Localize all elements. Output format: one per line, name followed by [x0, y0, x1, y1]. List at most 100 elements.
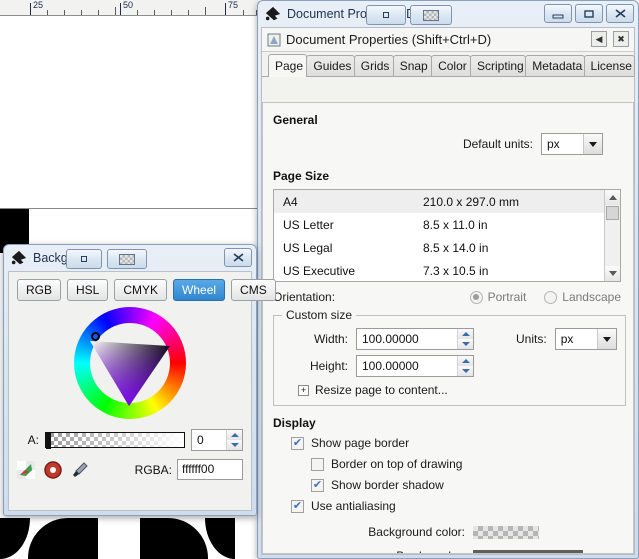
- no-color-icon[interactable]: [44, 460, 62, 479]
- dialog-subbar-buttons[interactable]: ◀ ✖: [591, 31, 629, 47]
- checker-small-button[interactable]: [410, 5, 452, 25]
- document-properties-titlebar[interactable]: Document Propert rl+D): [258, 1, 638, 27]
- mode-cmyk-button[interactable]: CMYK: [114, 279, 168, 301]
- restore-small-button[interactable]: [366, 5, 406, 25]
- border-color-swatch[interactable]: [473, 549, 583, 553]
- collapse-icon[interactable]: ◀: [591, 31, 607, 47]
- color-mode-buttons[interactable]: RGB HSL CMYK Wheel CMS: [17, 279, 276, 301]
- checker-small-button[interactable]: [107, 249, 147, 269]
- minimize-button[interactable]: [544, 4, 572, 23]
- use-antialiasing-checkbox[interactable]: [291, 499, 304, 513]
- tab-guides[interactable]: Guides: [306, 55, 355, 76]
- tab-license[interactable]: License: [583, 55, 635, 76]
- units-value: px: [560, 332, 574, 346]
- mode-hsl-button[interactable]: HSL: [67, 279, 109, 301]
- show-page-border-checkbox[interactable]: [291, 436, 304, 450]
- maximize-button[interactable]: [575, 4, 603, 23]
- hue-marker[interactable]: [91, 332, 100, 341]
- background-color-swatch[interactable]: [473, 525, 539, 539]
- color-wheel[interactable]: [65, 307, 195, 425]
- tab-grids[interactable]: Grids: [353, 55, 394, 76]
- ruler-label-50: 50: [123, 0, 134, 10]
- use-antialiasing-label: Use antialiasing: [311, 499, 396, 513]
- mode-wheel-button[interactable]: Wheel: [173, 279, 226, 301]
- rgba-input[interactable]: ffffff00: [177, 459, 243, 480]
- tab-strip[interactable]: Page Guides Grids Snap Color Scripting M…: [262, 52, 635, 77]
- tab-page[interactable]: Page: [268, 54, 308, 77]
- close-button[interactable]: [606, 4, 634, 23]
- background-color-window[interactable]: Backg RGB HSL CMYK Wheel CMS A: 0 RGBA: …: [3, 244, 276, 516]
- horizontal-ruler[interactable]: 25 50 75: [0, 0, 259, 16]
- landscape-radio[interactable]: [544, 290, 558, 304]
- color-window-controls[interactable]: [224, 248, 252, 267]
- tab-metadata[interactable]: Metadata: [525, 55, 585, 76]
- saturation-value-triangle[interactable]: [87, 320, 173, 406]
- width-label: Width:: [313, 332, 348, 346]
- color-tool-icons[interactable]: [17, 460, 89, 479]
- show-page-border-label: Show page border: [311, 436, 410, 450]
- page-size-dims: 8.5 x 14.0 in: [423, 240, 489, 255]
- height-increment-icon[interactable]: [458, 356, 473, 366]
- color-window-titlebar[interactable]: Backg: [4, 245, 256, 271]
- show-border-shadow-checkbox[interactable]: [311, 478, 324, 492]
- scroll-up-icon[interactable]: [605, 190, 620, 205]
- dialog-close-icon[interactable]: ✖: [613, 31, 629, 47]
- orientation-label: Orientation:: [273, 290, 336, 304]
- canvas-area[interactable]: 25 50 75: [0, 0, 259, 253]
- list-item[interactable]: US Executive 7.3 x 10.5 in: [274, 259, 620, 281]
- default-units-combo[interactable]: px: [541, 133, 603, 155]
- portrait-radio[interactable]: [469, 290, 483, 304]
- scroll-down-icon[interactable]: [605, 266, 620, 281]
- height-stepper[interactable]: 100.00000: [356, 355, 474, 377]
- alpha-value[interactable]: 0: [192, 430, 226, 450]
- expand-icon[interactable]: +: [298, 384, 309, 396]
- tab-snap[interactable]: Snap: [392, 55, 433, 76]
- ruler-label-75: 75: [228, 0, 239, 10]
- list-item[interactable]: A4 210.0 x 297.0 mm: [274, 190, 620, 213]
- tab-color[interactable]: Color: [431, 55, 472, 76]
- default-units-label: Default units:: [462, 137, 533, 151]
- alpha-slider-handle[interactable]: [46, 432, 51, 449]
- height-value[interactable]: 100.00000: [357, 356, 457, 376]
- mode-cms-button[interactable]: CMS: [231, 279, 276, 301]
- palette-icon[interactable]: [17, 460, 35, 479]
- list-item[interactable]: US Letter 8.5 x 11.0 in: [274, 213, 620, 236]
- artwork-shape-b: [140, 518, 208, 559]
- page-size-name: US Executive: [283, 263, 356, 278]
- width-decrement-icon[interactable]: [458, 339, 473, 349]
- inkscape-logo-icon: [11, 250, 27, 265]
- portrait-label: Portrait: [487, 290, 527, 304]
- border-on-top-checkbox[interactable]: [311, 457, 324, 471]
- alpha-stepper[interactable]: 0: [191, 429, 243, 451]
- alpha-slider[interactable]: [45, 432, 185, 449]
- restore-small-button[interactable]: [66, 249, 102, 269]
- mode-rgb-button[interactable]: RGB: [17, 279, 62, 301]
- scrollbar-thumb[interactable]: [606, 206, 619, 220]
- page-size-list[interactable]: A4 210.0 x 297.0 mm US Letter 8.5 x 11.0…: [273, 189, 621, 282]
- chevron-down-icon[interactable]: [596, 329, 616, 349]
- height-decrement-icon[interactable]: [458, 366, 473, 376]
- width-stepper[interactable]: 100.00000: [356, 328, 474, 350]
- width-increment-icon[interactable]: [458, 329, 473, 339]
- chevron-down-icon[interactable]: [583, 134, 602, 154]
- width-value[interactable]: 100.00000: [357, 329, 457, 349]
- custom-size-legend: Custom size: [286, 308, 353, 322]
- drawing-page[interactable]: [0, 16, 259, 209]
- landscape-label: Landscape: [562, 290, 621, 304]
- tab-scripting[interactable]: Scripting: [470, 55, 527, 76]
- default-units-value: px: [547, 137, 560, 151]
- alpha-decrement-icon[interactable]: [227, 440, 242, 450]
- close-button[interactable]: [224, 248, 252, 267]
- alpha-increment-icon[interactable]: [227, 430, 242, 440]
- eyedropper-icon[interactable]: [71, 461, 89, 479]
- artwork-shape-a: [28, 518, 98, 559]
- units-combo[interactable]: px: [554, 328, 617, 350]
- list-item[interactable]: US Legal 8.5 x 14.0 in: [274, 236, 620, 259]
- dialog-subbar: Document Properties (Shift+Ctrl+D) ◀ ✖: [262, 28, 634, 52]
- window-controls[interactable]: [544, 4, 634, 23]
- artwork-shape-right: [205, 518, 235, 559]
- document-properties-window[interactable]: Document Propert rl+D) Document Properti…: [257, 0, 639, 559]
- page-size-scrollbar[interactable]: [604, 190, 620, 281]
- border-color-label: Border color:: [396, 549, 465, 553]
- resize-page-to-content-label[interactable]: Resize page to content...: [315, 383, 448, 397]
